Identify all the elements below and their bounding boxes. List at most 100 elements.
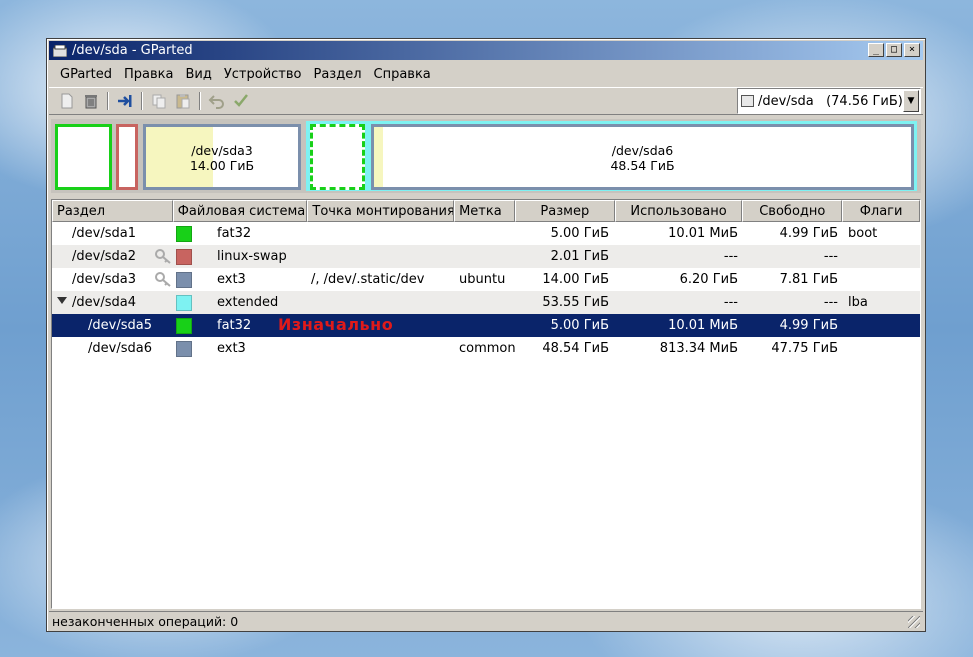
toolbar-separator [199, 92, 201, 110]
table-row[interactable]: /dev/sda1 fat32 5.00 ГиБ 10.01 МиБ 4.99 … [52, 222, 920, 245]
delete-partition-button[interactable] [79, 90, 103, 112]
cell-used: --- [723, 295, 738, 310]
cell-used: 10.01 МиБ [668, 226, 738, 241]
undo-button[interactable] [205, 90, 229, 112]
col-free[interactable]: Свободно [742, 200, 843, 222]
device-selector[interactable]: /dev/sda (74.56 ГиБ) ▼ [737, 88, 921, 114]
cell-size: 14.00 ГиБ [542, 272, 609, 287]
cell-partition: /dev/sda5 [88, 318, 152, 333]
cell-size: 53.55 ГиБ [542, 295, 609, 310]
annotation-original: Изначально [278, 315, 394, 334]
cell-used: --- [723, 249, 738, 264]
apply-button[interactable] [229, 90, 253, 112]
cell-partition: /dev/sda6 [88, 341, 152, 356]
fs-color-swatch [176, 341, 192, 357]
cell-filesystem: extended [217, 295, 279, 310]
menu-gparted[interactable]: GParted [59, 65, 113, 84]
col-size[interactable]: Размер [514, 200, 615, 222]
cell-label: ubuntu [459, 272, 506, 287]
fs-color-swatch [176, 272, 192, 288]
cell-used: 813.34 МиБ [659, 341, 738, 356]
cell-filesystem: fat32 [217, 318, 252, 333]
col-mountpoint[interactable]: Точка монтирования [307, 200, 455, 222]
fs-color-swatch [176, 295, 192, 311]
key-icon [155, 249, 171, 264]
checkmark-icon [234, 94, 248, 107]
diskmap-sda6-size: 48.54 ГиБ [610, 158, 675, 173]
toolbar-separator [107, 92, 109, 110]
col-used[interactable]: Использовано [614, 200, 743, 222]
cell-partition: /dev/sda4 [72, 295, 136, 310]
device-selector-value: /dev/sda (74.56 ГиБ) [757, 93, 903, 109]
menu-bar: GParted Правка Вид Устройство Раздел Спр… [49, 63, 923, 85]
cell-free: 4.99 ГиБ [779, 226, 838, 241]
col-label[interactable]: Метка [454, 200, 515, 222]
new-partition-button[interactable] [55, 90, 79, 112]
title-bar[interactable]: /dev/sda - GParted _ □ × [49, 41, 923, 60]
cell-partition: /dev/sda3 [72, 272, 136, 287]
cell-used: 10.01 МиБ [668, 318, 738, 333]
cell-filesystem: fat32 [217, 226, 252, 241]
copy-icon [152, 94, 166, 109]
diskmap-sda6[interactable]: /dev/sda6 48.54 ГиБ [371, 124, 914, 190]
cell-partition: /dev/sda2 [72, 249, 136, 264]
menu-edit[interactable]: Правка [123, 65, 174, 84]
table-header: Раздел Файловая система Точка монтирован… [52, 200, 920, 222]
fs-color-swatch [176, 249, 192, 265]
diskmap-sda2[interactable] [116, 124, 138, 190]
diskmap-sda3-size: 14.00 ГиБ [189, 158, 255, 173]
gparted-window: /dev/sda - GParted _ □ × GParted Правка … [46, 38, 926, 632]
cell-partition: /dev/sda1 [72, 226, 136, 241]
diskmap-sda3[interactable]: /dev/sda3 14.00 ГиБ [143, 124, 301, 190]
cell-size: 2.01 ГиБ [550, 249, 609, 264]
arrow-right-icon [118, 95, 132, 107]
table-row[interactable]: /dev/sda3 ext3 /, /dev/.static/dev ubunt… [52, 268, 920, 291]
diskmap-sda3-name: /dev/sda3 [191, 143, 253, 158]
harddisk-icon [741, 95, 754, 107]
menu-partition[interactable]: Раздел [312, 65, 362, 84]
menu-help[interactable]: Справка [373, 65, 432, 84]
partition-table: Раздел Файловая система Точка монтирован… [51, 199, 921, 609]
table-row[interactable]: /dev/sda2 linux-swap 2.01 ГиБ --- --- [52, 245, 920, 268]
maximize-button[interactable]: □ [886, 43, 902, 57]
undo-icon [208, 95, 224, 109]
copy-button[interactable] [147, 90, 171, 112]
cell-filesystem: ext3 [217, 341, 246, 356]
table-row[interactable]: /dev/sda4 extended 53.55 ГиБ --- --- lba [52, 291, 920, 314]
menu-view[interactable]: Вид [184, 65, 212, 84]
key-icon [155, 272, 171, 287]
table-row[interactable]: /dev/sda6 ext3 common 48.54 ГиБ 813.34 М… [52, 337, 920, 360]
cell-free: --- [823, 295, 838, 310]
gparted-app-icon [53, 44, 67, 57]
minimize-button[interactable]: _ [868, 43, 884, 57]
col-filesystem[interactable]: Файловая система [172, 200, 308, 222]
resize-move-button[interactable] [113, 90, 137, 112]
diskmap-sda1[interactable] [55, 124, 112, 190]
close-button[interactable]: × [904, 43, 920, 57]
cell-filesystem: ext3 [217, 272, 246, 287]
col-partition[interactable]: Раздел [52, 200, 173, 222]
fs-color-swatch [176, 318, 192, 334]
status-bar: незаконченных операций: 0 [49, 611, 923, 631]
window-title: /dev/sda - GParted [72, 43, 193, 58]
pending-operations-status: незаконченных операций: 0 [52, 614, 239, 629]
menu-device[interactable]: Устройство [223, 65, 303, 84]
cell-free: 7.81 ГиБ [779, 272, 838, 287]
table-row-selected[interactable]: /dev/sda5 fat32 Изначально 5.00 ГиБ 10.0… [52, 314, 920, 337]
diskmap-sda5[interactable] [310, 124, 365, 190]
expander-arrow-icon[interactable] [57, 297, 67, 304]
col-flags[interactable]: Флаги [842, 200, 920, 222]
cell-filesystem: linux-swap [217, 249, 287, 264]
cell-free: --- [823, 249, 838, 264]
cell-size: 5.00 ГиБ [550, 318, 609, 333]
resize-grip[interactable] [908, 616, 920, 628]
paste-button[interactable] [171, 90, 195, 112]
chevron-down-icon[interactable]: ▼ [902, 90, 919, 112]
cell-mountpoint: /, /dev/.static/dev [311, 272, 425, 287]
cell-label: common [459, 341, 516, 356]
trash-icon [85, 95, 97, 109]
cell-flags: lba [848, 295, 868, 310]
cell-free: 4.99 ГиБ [779, 318, 838, 333]
new-document-icon [61, 93, 73, 109]
cell-size: 5.00 ГиБ [550, 226, 609, 241]
